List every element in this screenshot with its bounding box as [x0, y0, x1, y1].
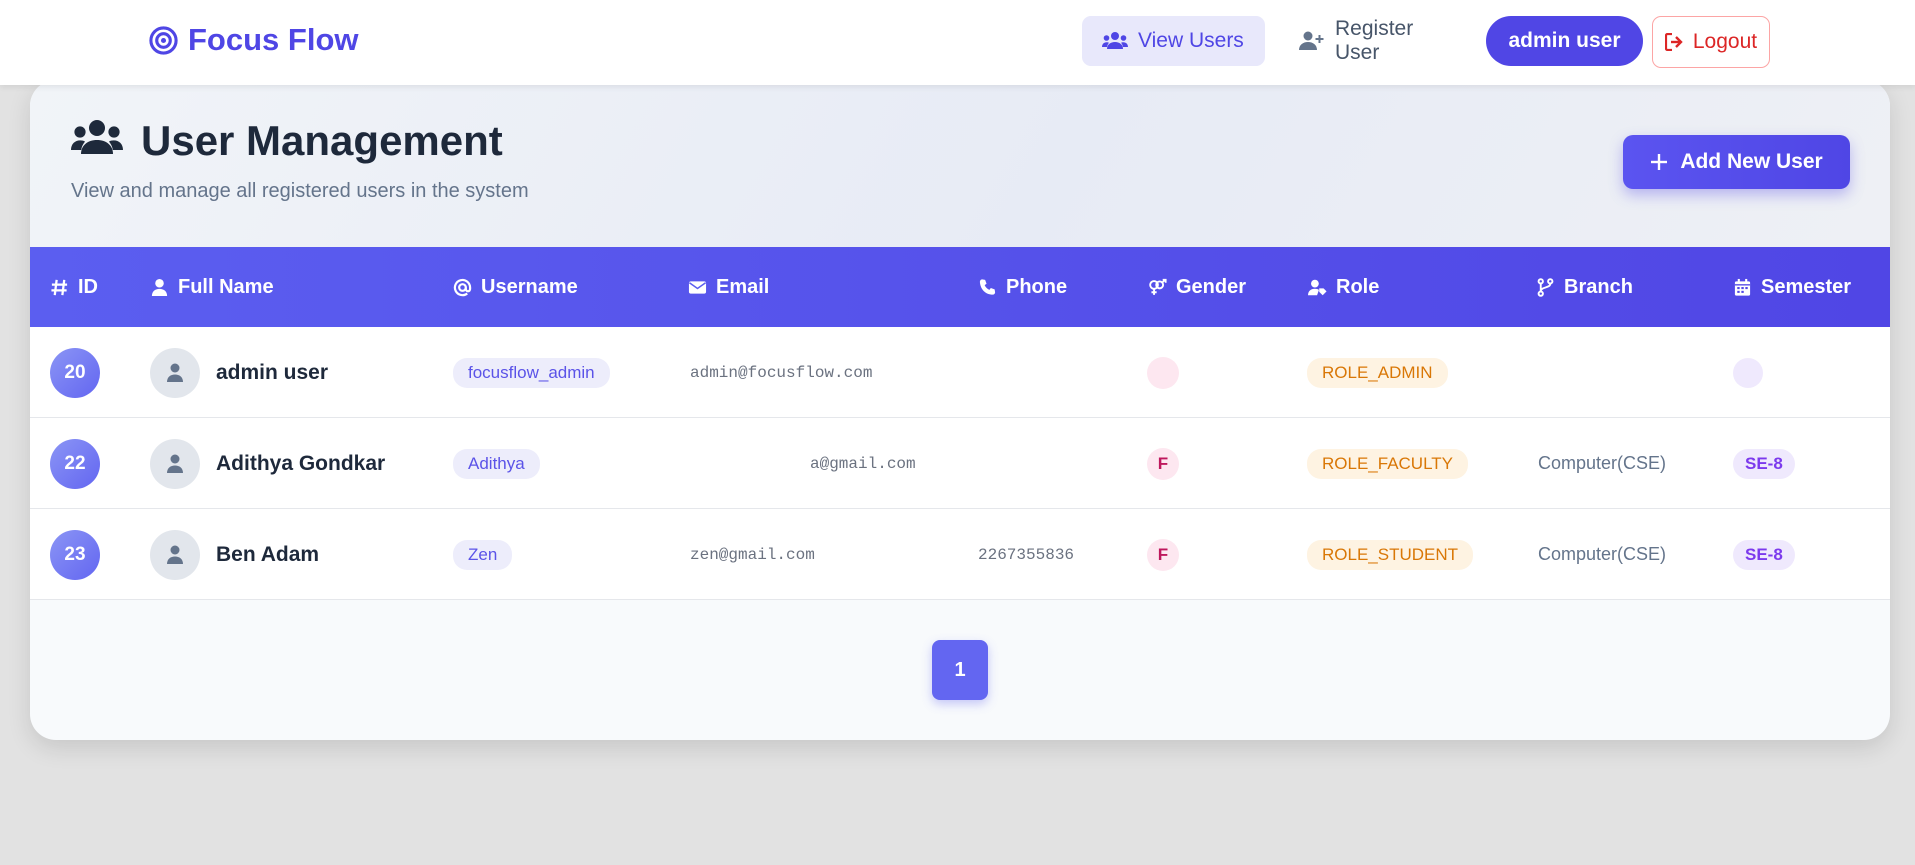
page-title: User Management: [141, 117, 503, 164]
user-full-name: admin user: [216, 360, 329, 384]
semester-badge: SE-8: [1733, 539, 1795, 570]
table-row[interactable]: 20 admin user focusflow_admin admin@focu…: [30, 327, 1890, 418]
user-phone: 2267355836: [978, 545, 1075, 564]
view-users-label: View Users: [1138, 29, 1244, 52]
avatar: [150, 347, 200, 398]
user-full-name: Adithya Gondkar: [216, 451, 386, 475]
column-header-username[interactable]: Username: [453, 247, 578, 327]
user-icon: [167, 454, 183, 473]
role-badge: ROLE_ADMIN: [1307, 357, 1448, 388]
view-users-button[interactable]: View Users: [1082, 16, 1265, 66]
user-id-badge: 23: [50, 529, 100, 580]
user-email: admin@focusflow.com: [690, 363, 873, 382]
column-header-full-name[interactable]: Full Name: [150, 247, 274, 327]
column-label: Username: [481, 275, 578, 298]
hashtag-icon: [51, 279, 68, 295]
column-header-semester[interactable]: Semester: [1733, 247, 1851, 327]
column-header-role[interactable]: Role: [1308, 247, 1379, 327]
column-header-id[interactable]: ID: [50, 247, 98, 327]
user-icon: [167, 545, 183, 564]
add-new-user-label: Add New User: [1680, 150, 1823, 173]
column-label: Gender: [1176, 275, 1247, 298]
users-icon: [71, 120, 123, 154]
envelope-icon: [688, 280, 707, 294]
column-label: ID: [78, 275, 98, 298]
column-label: Branch: [1564, 275, 1633, 298]
gender-badge: F: [1147, 538, 1179, 571]
column-label: Semester: [1761, 275, 1852, 298]
user-id-badge: 22: [50, 438, 100, 489]
table-header: ID Full Name Username Email Phone Gender…: [30, 247, 1890, 327]
avatar: [150, 438, 200, 489]
phone-icon: [979, 278, 996, 295]
register-user-button[interactable]: Register User: [1279, 16, 1474, 66]
username-badge: focusflow_admin: [453, 357, 610, 388]
username-badge: Adithya: [453, 448, 540, 479]
at-icon: [453, 278, 472, 296]
calendar-icon: [1734, 278, 1751, 296]
column-label: Email: [716, 275, 770, 298]
user-management-card: User Management View and manage all regi…: [30, 80, 1890, 740]
column-header-phone[interactable]: Phone: [978, 247, 1067, 327]
semester-badge: SE-8: [1733, 448, 1795, 479]
user-plus-icon: [1299, 31, 1324, 50]
avatar: [150, 529, 200, 580]
column-header-gender[interactable]: Gender: [1148, 247, 1246, 327]
current-user-button[interactable]: admin user: [1486, 16, 1643, 66]
column-header-email[interactable]: Email: [688, 247, 769, 327]
user-tag-icon: [1308, 279, 1327, 295]
users-icon: [1102, 32, 1128, 49]
column-label: Role: [1336, 275, 1380, 298]
table-row[interactable]: 23 Ben Adam Zen zen@gmail.com 2267355836…: [30, 509, 1890, 600]
user-branch: Computer(CSE): [1538, 453, 1667, 473]
register-user-label: Register User: [1335, 17, 1414, 64]
brand-name: Focus Flow: [188, 22, 359, 57]
logout-label: Logout: [1692, 30, 1758, 53]
logout-icon: [1664, 33, 1683, 51]
code-branch-icon: [1537, 277, 1554, 297]
gender-badge: [1147, 356, 1179, 389]
role-badge: ROLE_STUDENT: [1307, 539, 1474, 570]
column-label: Phone: [1006, 275, 1068, 298]
brand-logo[interactable]: Focus Flow: [148, 20, 359, 60]
gender-badge: F: [1147, 447, 1179, 480]
page-subtitle: View and manage all registered users in …: [71, 180, 529, 202]
navbar: Focus Flow View Users Register User admi…: [0, 0, 1915, 85]
username-badge: Zen: [453, 539, 513, 570]
card-header: User Management View and manage all regi…: [30, 80, 1890, 247]
user-icon: [167, 363, 183, 382]
user-email: a@gmail.com: [810, 454, 916, 473]
pagination-page-button[interactable]: 1: [932, 640, 988, 700]
semester-badge: [1733, 357, 1763, 388]
target-icon: [149, 25, 178, 55]
user-email: zen@gmail.com: [690, 545, 815, 564]
current-user-label: admin user: [1508, 29, 1621, 52]
venus-mars-icon: [1149, 278, 1167, 295]
logout-button[interactable]: Logout: [1652, 16, 1770, 68]
user-branch: Computer(CSE): [1538, 544, 1667, 564]
column-label: Full Name: [178, 275, 274, 298]
user-full-name: Ben Adam: [216, 542, 320, 566]
add-new-user-button[interactable]: Add New User: [1623, 135, 1850, 189]
user-icon: [151, 278, 168, 296]
role-badge: ROLE_FACULTY: [1307, 448, 1469, 479]
table-row[interactable]: 22 Adithya Gondkar Adithya a@gmail.com F…: [30, 418, 1890, 509]
column-header-branch[interactable]: Branch: [1536, 247, 1633, 327]
plus-icon: [1651, 154, 1668, 170]
user-id-badge: 20: [50, 347, 100, 398]
